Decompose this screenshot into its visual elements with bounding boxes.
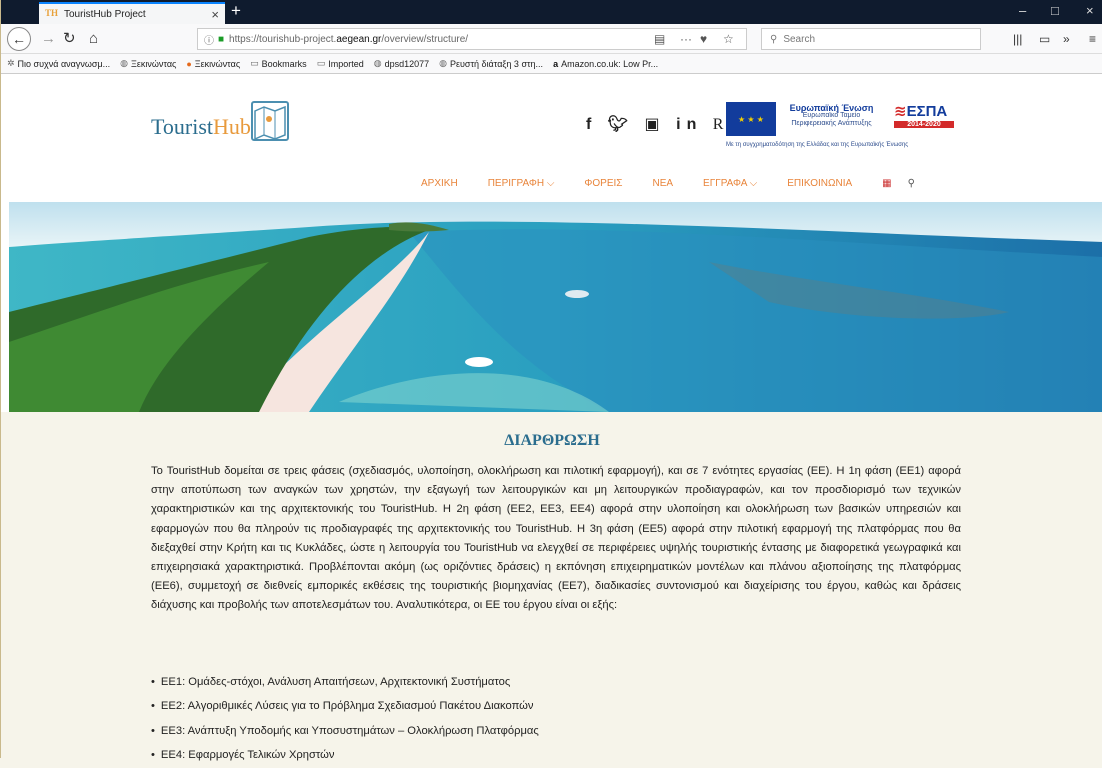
new-tab-icon[interactable]: +	[231, 1, 241, 21]
touristhub-favicon-icon: TH	[45, 8, 59, 18]
web-page: TouristHub f 🐦︎ ▣ in RG ★ ★ ★ Ευρωπαϊκή …	[1, 74, 1102, 761]
list-item: ΕΕ4: Εφαρμογές Τελικών Χρηστών	[151, 743, 961, 767]
eu-footer-text: Με τη συγχρηματοδότηση της Ελλάδας και τ…	[726, 142, 909, 148]
menu-item-partners[interactable]: ΦΟΡΕΙΣ	[584, 178, 622, 189]
work-packages-list: ΕΕ1: Ομάδες-στόχοι, Ανάλυση Απαιτήσεων, …	[151, 670, 961, 768]
search-icon[interactable]: ⚲	[908, 178, 915, 189]
info-icon[interactable]: ⓘ	[204, 32, 214, 47]
bookmark-item[interactable]: a Amazon.co.uk: Low Pr...	[553, 59, 658, 69]
overflow-icon[interactable]: »	[1063, 30, 1070, 48]
page-actions-icon[interactable]: ···	[680, 32, 692, 46]
firefox-icon: ●	[186, 58, 192, 69]
eu-subtitle: Ευρωπαϊκό Ταμείο Περιφερειακής Ανάπτυξης	[791, 112, 872, 127]
social-links: f 🐦︎ ▣ in RG	[586, 114, 741, 134]
pocket-icon[interactable]: ♥	[700, 32, 707, 46]
list-item: ΕΕ2: Αλγοριθμικές Λύσεις για το Πρόβλημα…	[151, 694, 961, 718]
twitter-icon[interactable]: 🐦︎	[608, 116, 634, 133]
menu-item-documents[interactable]: ΕΓΓΡΑΦΑ ⌵	[703, 178, 757, 189]
menu-item-home[interactable]: ΑΡΧΙΚΗ	[421, 178, 458, 189]
site-logo[interactable]: TouristHub	[151, 114, 251, 140]
tab-touristhub[interactable]: TH TouristHub Project ×	[39, 2, 225, 24]
maximize-icon[interactable]: □	[1051, 3, 1059, 18]
search-placeholder: Search	[783, 33, 816, 45]
page-title: ΔΙΑΡΘΡΩΣΗ	[504, 432, 600, 449]
reader-view-icon[interactable]: ▤	[654, 32, 665, 46]
bookmark-item[interactable]: ▭ Imported	[317, 58, 364, 69]
bookmark-star-icon[interactable]: ☆	[723, 32, 734, 46]
browser-window: TH TouristHub Project × + – □ × ← → ↻ ⌂ …	[0, 0, 1102, 761]
navigation-toolbar: ← → ↻ ⌂ ⓘ ■ https://tourishub-project. ae…	[1, 24, 1102, 54]
eu-flag-icon: ★ ★ ★	[726, 102, 776, 136]
eu-funding-banner: ★ ★ ★ Ευρωπαϊκή Ένωση Ευρωπαϊκό Ταμείο Πε…	[726, 102, 968, 148]
home-icon[interactable]: ⌂	[89, 30, 98, 48]
close-window-icon[interactable]: ×	[1086, 3, 1094, 18]
menu-item-description[interactable]: ΠΕΡΙΓΡΑΦΗ ⌵	[488, 178, 555, 189]
list-item: ΕΕ3: Ανάπτυξη Υποδομής και Υποσυστημάτων…	[151, 719, 961, 743]
url-bar[interactable]: ⓘ ■ https://tourishub-project. aegean.gr /…	[197, 28, 747, 50]
facebook-icon[interactable]: f	[586, 116, 597, 133]
menu-item-contact[interactable]: ΕΠΙΚΟΙΝΩΝΙΑ	[787, 178, 852, 189]
reload-icon[interactable]: ↻	[63, 30, 76, 48]
bookmark-item[interactable]: ◍ Ρευστή διάταξη 3 στη...	[439, 58, 543, 69]
bookmark-item[interactable]: ◍ dpsd12077	[374, 58, 429, 69]
lock-icon: ■	[218, 33, 225, 45]
menu-item-news[interactable]: ΝΕΑ	[652, 178, 673, 189]
main-content: ΔΙΑΡΘΡΩΣΗ Το TouristHub δομείται σε τρει…	[1, 412, 1102, 761]
close-tab-icon[interactable]: ×	[211, 7, 219, 22]
intro-paragraph: Το TouristHub δομείται σε τρεις φάσεις (…	[151, 465, 961, 612]
list-item: ΕΕ1: Ομάδες-στόχοι, Ανάλυση Απαιτήσεων, …	[151, 670, 961, 694]
amazon-icon: a	[553, 58, 559, 69]
uk-flag-icon[interactable]: ▦	[882, 178, 891, 189]
globe-icon: ◍	[120, 58, 128, 68]
youtube-icon[interactable]: ▣	[645, 116, 666, 133]
folder-icon: ▭	[316, 58, 326, 68]
gear-icon: ✲	[7, 58, 15, 68]
url-prefix: https://tourishub-project.	[229, 33, 337, 45]
url-domain: aegean.gr	[336, 33, 382, 45]
bookmark-item[interactable]: ◍ Ξεκινώντας	[120, 58, 176, 69]
eu-title: Ευρωπαϊκή Ένωση	[789, 103, 874, 113]
minimize-icon[interactable]: –	[1019, 3, 1026, 18]
search-icon: ⚲	[770, 33, 778, 45]
library-icon[interactable]: |||	[1013, 30, 1022, 48]
bookmark-item[interactable]: ▭ Bookmarks	[250, 58, 307, 69]
hamburger-menu-icon[interactable]: ≡	[1089, 30, 1096, 48]
main-menu: ΑΡΧΙΚΗ ΠΕΡΙΓΡΑΦΗ ⌵ ΦΟΡΕΙΣ ΝΕΑ ΕΓΓΡΑΦΑ ⌵ …	[421, 178, 915, 189]
tab-title: TouristHub Project	[64, 8, 146, 20]
map-logo-icon	[251, 101, 289, 141]
folder-icon: ▭	[250, 58, 259, 68]
sidebar-icon[interactable]: ▭	[1039, 30, 1050, 48]
search-input[interactable]: ⚲ Search	[761, 28, 981, 50]
forward-arrow-icon[interactable]: →	[41, 30, 56, 48]
hero-image	[9, 202, 1102, 412]
url-path: /overview/structure/	[381, 33, 469, 45]
linkedin-icon[interactable]: in	[676, 116, 702, 133]
globe-icon: ◍	[373, 58, 382, 68]
espa-logo: ≋ΕΣΠΑ 2014-2020	[894, 102, 954, 134]
globe-icon: ◍	[439, 58, 447, 68]
back-arrow-icon[interactable]: ←	[7, 27, 31, 51]
bookmarks-toolbar: ✲ Πιο συχνά αναγνωσμ... ◍ Ξεκινώντας ● Ξεκι…	[1, 54, 1102, 74]
bookmark-item[interactable]: ● Ξεκινώντας	[186, 59, 240, 69]
bookmark-item[interactable]: ✲ Πιο συχνά αναγνωσμ...	[7, 58, 110, 69]
tab-bar: TH TouristHub Project × + – □ ×	[1, 0, 1102, 24]
